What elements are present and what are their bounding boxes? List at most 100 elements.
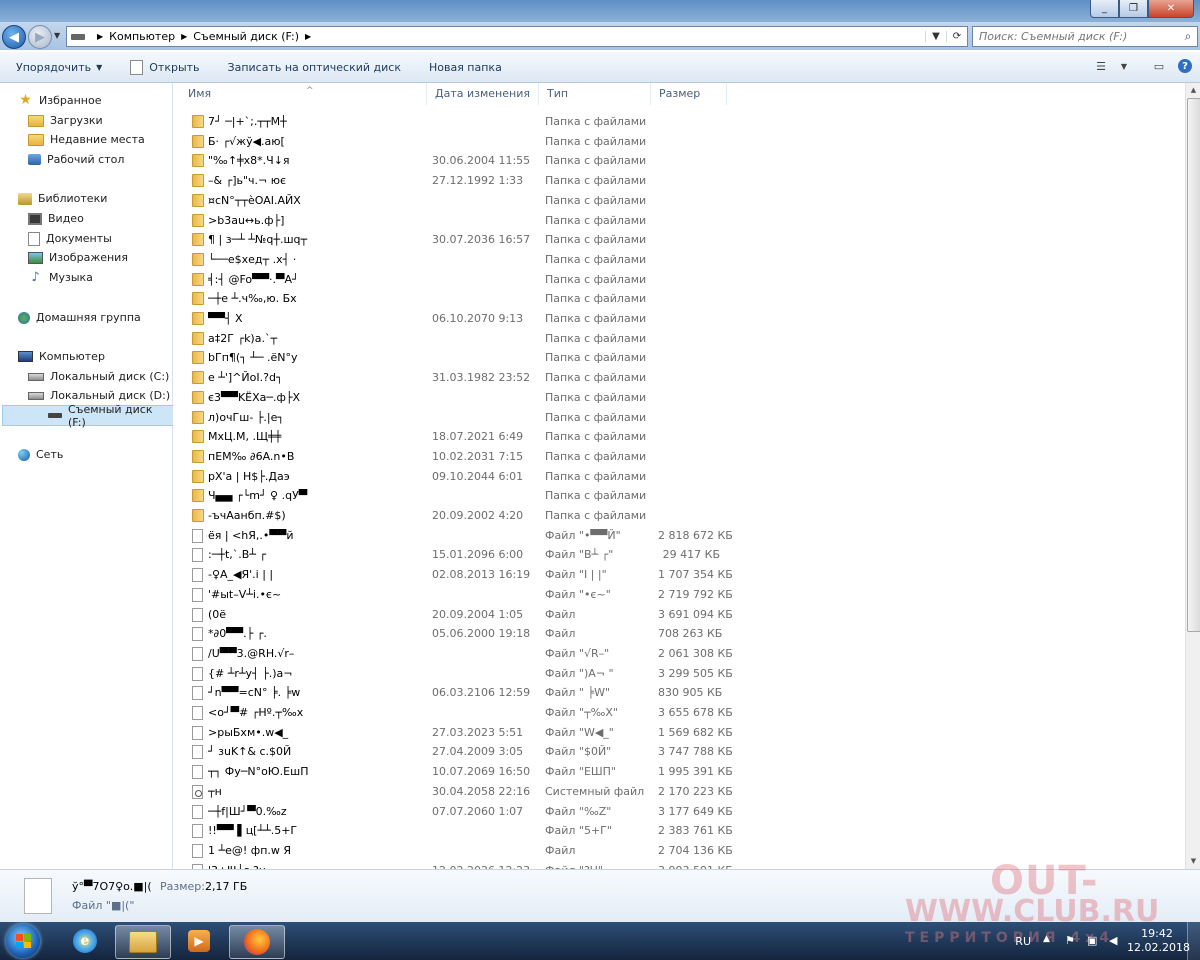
volume-icon[interactable]: ◀ [1109, 934, 1123, 948]
folder-row[interactable]: >b3au↔ь.ф├] Папка с файлами [188, 211, 728, 230]
help-icon[interactable]: ? [1178, 59, 1192, 73]
search-icon[interactable]: ⌕ [1179, 29, 1197, 44]
file-row[interactable]: (0ё 20.09.2004 1:05 Файл 3 691 094 КБ [188, 605, 733, 624]
nav-computer[interactable]: Компьютер [0, 347, 172, 366]
folder-row[interactable]: "‰↑╪x8*.Ч↓я 30.06.2004 11:55 Папка с файла… [188, 151, 728, 170]
nav-libraries[interactable]: Библиотеки [0, 189, 172, 208]
search-input[interactable] [973, 29, 1179, 44]
file-row[interactable]: -♀A_◀Я'.i | | 02.08.2013 16:19 Файл "I | |… [188, 565, 733, 584]
file-row[interactable]: :─┼t,`.B┴ ┌ 15.01.2096 6:00 Файл "B┴ ┌" 29 … [188, 545, 728, 564]
burn-button[interactable]: Записать на оптический диск [220, 55, 409, 79]
file-name: >b3au↔ь.ф├] [208, 214, 285, 227]
scroll-up-icon[interactable]: ▲ [1186, 83, 1200, 98]
scrollbar-thumb[interactable] [1187, 98, 1200, 632]
folder-row[interactable]: Б· ┌√жў◀.аю[Папка с файлами [188, 132, 728, 151]
nav-documents[interactable]: Документы [0, 229, 172, 248]
folder-row[interactable]: ▀▀┤ X 06.10.2070 9:13 Папка с файлами [188, 309, 728, 328]
back-button[interactable]: ◀ [2, 25, 26, 49]
file-row[interactable]: ┬н 30.04.2058 22:16 Системный файл 2 170 22… [188, 782, 733, 801]
nav-recent-places[interactable]: Недавние места [0, 130, 172, 149]
address-dropdown-icon[interactable]: ▼ [925, 31, 946, 42]
folder-row[interactable]: –& ┌]ь"ч.¬ ює 27.12.1992 1:33 Папка с файл… [188, 171, 728, 190]
folder-row[interactable]: -ъчАанбп.#$) 20.09.2002 4:20 Папка с файла… [188, 506, 728, 525]
taskbar-internet-explorer[interactable]: e [58, 925, 112, 957]
close-button[interactable]: ✕ [1148, 0, 1194, 18]
folder-row[interactable]: bГп¶(┐ ┴─ .ёN°y Папка с файлами [188, 348, 728, 367]
folder-row[interactable]: ¤cN°┬┬èOAI.AЙX Папка с файлами [188, 191, 728, 210]
file-row[interactable]: >pыБxм•.w◀_ 27.03.2023 5:51 Файл "W◀_" 1 56… [188, 723, 733, 742]
folder-row[interactable]: ╡:┤ @Fo▀▀·.▀A┘ Папка с файлами [188, 270, 728, 289]
minimize-button[interactable]: _ [1090, 0, 1119, 18]
nav-network[interactable]: Сеть [0, 445, 172, 464]
vertical-scrollbar[interactable]: ▲ ▼ [1185, 83, 1200, 869]
folder-row[interactable]: л)очГш- ├.|е┐ Папка с файлами [188, 408, 728, 427]
start-button[interactable] [6, 924, 40, 958]
view-options-icon[interactable]: ☰ [1092, 58, 1110, 74]
network-status-icon[interactable]: ▣ [1087, 934, 1101, 948]
forward-button[interactable]: ▶ [28, 25, 52, 49]
nav-video[interactable]: Видео [0, 209, 172, 228]
folder-row[interactable]: 7┘ ─|+`;.┬┬M┼ Папка с файлами [188, 112, 728, 131]
search-box[interactable]: ⌕ [972, 26, 1198, 47]
chevron-right-icon[interactable]: ▶ [97, 32, 103, 41]
nav-downloads[interactable]: Загрузки [0, 111, 172, 130]
folder-row[interactable]: Ч▄▄ ┌└m┘ ♀ .qУ▀ Папка с файлами [188, 486, 728, 505]
nav-disk-f[interactable]: Съемный диск (F:) [2, 403, 174, 429]
file-row[interactable]: <o┘▀# ┌Hº.┬‰x Файл "┬‰X" 3 655 678 КБ [188, 703, 733, 722]
nav-favorites[interactable]: ★ Избранное [0, 91, 172, 110]
folder-row[interactable]: є3▀▀KЁXa─.ф├X Папка с файлами [188, 388, 728, 407]
maximize-button[interactable]: ❐ [1119, 0, 1148, 18]
chevron-down-icon[interactable]: ▼ [1120, 58, 1128, 74]
column-header-size[interactable]: Размер [651, 83, 727, 105]
show-desktop-button[interactable] [1187, 922, 1200, 960]
nav-homegroup[interactable]: Домашняя группа [0, 308, 172, 327]
folder-row[interactable]: e ┴']^ЙoI.?d┐ 31.03.1982 23:52 Папка с фай… [188, 368, 728, 387]
file-row[interactable]: ─┼f|Ш┘▀0.‰z 07.07.2060 1:07 Файл "‰Z" 3 177… [188, 802, 733, 821]
nav-desktop[interactable]: Рабочий стол [0, 150, 172, 169]
folder-row[interactable]: ─┼e ┴.ч‰,ю. Бx Папка с файлами [188, 289, 728, 308]
organize-button[interactable]: Упорядочить ▼ [0, 55, 110, 79]
file-type: Файл "•є~" [545, 588, 611, 601]
show-hidden-icons-icon[interactable]: ▲ [1043, 934, 1057, 948]
folder-row[interactable]: pX'a | H$├.Даэ 09.10.2044 6:01 Папка с фай… [188, 467, 728, 486]
taskbar-media-player[interactable]: ▶ [172, 925, 226, 957]
folder-row[interactable]: a‡2Г ┌k)a.`┬ Папка с файлами [188, 329, 728, 348]
folder-row[interactable]: └──e$xед┬ .x┤ · Папка с файлами [188, 250, 728, 269]
address-field[interactable]: ▶ Компьютер ▶ Съемный диск (F:) ▶ ▼ ⟳ [66, 26, 968, 47]
file-row[interactable]: '#ыt–V┴i.•є~ Файл "•є~" 2 719 792 КБ [188, 585, 733, 604]
file-row[interactable]: {# ┴r┴y┤ ├.)a¬ Файл ")A¬ " 3 299 505 КБ [188, 664, 733, 683]
recent-pages-dropdown-icon[interactable]: ▼ [54, 31, 60, 40]
file-row[interactable]: ┘ зuK↑& c.$0Й 27.04.2009 3:05 Файл "$0Й" 3 … [188, 742, 733, 761]
nav-images[interactable]: Изображения [0, 248, 172, 267]
nav-music[interactable]: ♪ Музыка [0, 268, 172, 287]
language-indicator[interactable]: RU [1015, 935, 1031, 948]
file-row[interactable]: /U▀▀3.@RH.√r– Файл "√R–" 2 061 308 КБ [188, 644, 733, 663]
column-header-name[interactable]: Имя ^ [180, 83, 427, 105]
file-row[interactable]: ┘n▀▀=cN° ╞. ╞w 06.03.2106 12:59 Файл " ╞W"… [188, 683, 728, 702]
new-folder-button[interactable]: Новая папка [421, 55, 510, 79]
folder-row[interactable]: пEM‰ ∂6A.n•B 10.02.2031 7:15 Папка с файла… [188, 447, 728, 466]
file-type: Файл "√R–" [545, 647, 610, 660]
file-row[interactable]: !!▀▀ ▌ц[┴┴.5+Г Файл "5+Г" 2 383 761 КБ [188, 821, 733, 840]
clock[interactable]: 19:42 12.02.2018 [1127, 927, 1190, 955]
refresh-icon[interactable]: ⟳ [946, 31, 967, 42]
chevron-right-icon[interactable]: ▶ [305, 32, 311, 41]
chevron-right-icon[interactable]: ▶ [181, 32, 187, 41]
action-center-flag-icon[interactable]: ⚑ [1065, 934, 1079, 948]
preview-pane-icon[interactable]: ▭ [1150, 58, 1168, 74]
file-row[interactable]: *∂0▀▀.├ ┌. 05.06.2000 19:18 Файл 708 263 КБ [188, 624, 728, 643]
folder-row[interactable]: ¶ | з─┴ ┴№q┼.шq┬ 30.07.2036 16:57 Папка с … [188, 230, 728, 249]
file-row[interactable]: 1 ┴e@! фп.w Я Файл 2 704 136 КБ [188, 841, 733, 860]
column-header-date[interactable]: Дата изменения [427, 83, 539, 105]
taskbar-explorer[interactable] [115, 925, 171, 959]
taskbar-firefox[interactable] [229, 925, 285, 959]
nav-disk-c[interactable]: Локальный диск (C:) [0, 367, 172, 386]
file-row[interactable]: '3+‼!┴ε.?u12.02.2026 12:23Файл "?U"3 993… [188, 861, 733, 869]
file-row[interactable]: ёя | <hЯ,.•▀▀й Файл "•▀▀Й" 2 818 672 КБ [188, 526, 733, 545]
folder-row[interactable]: MxЦ.M, .Щ╪╪ 18.07.2021 6:49 Папка с файлам… [188, 427, 728, 446]
breadcrumb-computer[interactable]: Компьютер [109, 30, 175, 43]
column-header-type[interactable]: Тип [539, 83, 651, 105]
file-row[interactable]: ┬┐ Фу─N°oЮ.ЕшП 10.07.2069 16:50 Файл "ЕШП"… [188, 762, 733, 781]
open-button[interactable]: Открыть [122, 55, 207, 79]
breadcrumb-removable-disk[interactable]: Съемный диск (F:) [193, 30, 299, 43]
